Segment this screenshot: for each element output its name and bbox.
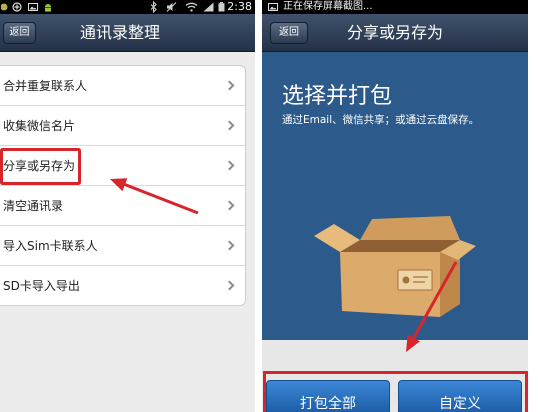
status-notification-text: 正在保存屏幕截图... — [283, 1, 373, 12]
add-circle-icon — [12, 2, 22, 12]
list-item-label: 分享或另存为 — [3, 159, 76, 173]
right-screen: 正在保存屏幕截图... 返回 分享或另存为 选择并打包 通过Email、微信共享… — [262, 0, 528, 412]
bluetooth-icon — [150, 1, 158, 13]
left-screen: 2:38 返回 通讯录整理 合并重复联系人 收集微信名片 分享或另存为 清空通讯… — [0, 0, 255, 412]
android-icon — [43, 2, 53, 12]
page-title: 分享或另存为 — [346, 23, 443, 42]
chevron-right-icon — [224, 280, 235, 291]
notification-icon — [1, 2, 9, 12]
status-bar: 2:38 — [0, 0, 255, 14]
hero-subtitle: 通过Email、微信共享；或通过云盘保存。 — [282, 114, 480, 126]
menu-list: 合并重复联系人 收集微信名片 分享或另存为 清空通讯录 导入Sim卡联系人 SD… — [0, 65, 246, 306]
list-item-label: 导入Sim卡联系人 — [3, 239, 98, 253]
header-bar: 返回 分享或另存为 — [262, 14, 528, 52]
header-bar: 返回 通讯录整理 — [0, 14, 255, 52]
content-area: 合并重复联系人 收集微信名片 分享或另存为 清空通讯录 导入Sim卡联系人 SD… — [0, 52, 255, 412]
chevron-right-icon — [224, 240, 235, 251]
list-item-clear-contacts[interactable]: 清空通讯录 — [0, 186, 245, 226]
chevron-right-icon — [224, 160, 235, 171]
list-item-label: 合并重复联系人 — [3, 79, 88, 93]
signal-icon — [203, 2, 214, 12]
list-item-merge-duplicates[interactable]: 合并重复联系人 — [0, 66, 245, 106]
hero-panel: 选择并打包 通过Email、微信共享；或通过云盘保存。 — [262, 52, 528, 340]
box-interior — [340, 240, 460, 252]
mute-icon — [166, 2, 178, 12]
list-item-label: 收集微信名片 — [3, 119, 76, 133]
back-button[interactable]: 返回 — [3, 22, 36, 44]
list-item-label: SD卡导入导出 — [3, 279, 80, 293]
box-back-flap — [360, 216, 460, 240]
list-item-share-or-save-as[interactable]: 分享或另存为 — [0, 146, 245, 186]
status-bar: 正在保存屏幕截图... — [262, 0, 528, 14]
chevron-right-icon — [224, 200, 235, 211]
hero-title: 选择并打包 — [282, 84, 393, 109]
list-item-collect-wechat-cards[interactable]: 收集微信名片 — [0, 106, 245, 146]
list-item-import-sim[interactable]: 导入Sim卡联系人 — [0, 226, 245, 266]
wifi-icon — [185, 2, 198, 12]
list-item-sd-import-export[interactable]: SD卡导入导出 — [0, 266, 245, 305]
list-item-label: 清空通讯录 — [3, 199, 64, 213]
clock: 2:38 — [227, 0, 252, 13]
page-title: 通讯录整理 — [80, 23, 161, 42]
pack-all-button[interactable]: 打包全部 — [266, 380, 390, 412]
chevron-right-icon — [224, 120, 235, 131]
battery-icon — [218, 2, 225, 12]
chevron-right-icon — [224, 80, 235, 91]
custom-button[interactable]: 自定义 — [398, 380, 522, 412]
image-icon — [28, 2, 38, 12]
image-icon — [268, 2, 278, 12]
cardboard-box-icon — [314, 216, 476, 317]
box-label-icon — [402, 276, 410, 284]
